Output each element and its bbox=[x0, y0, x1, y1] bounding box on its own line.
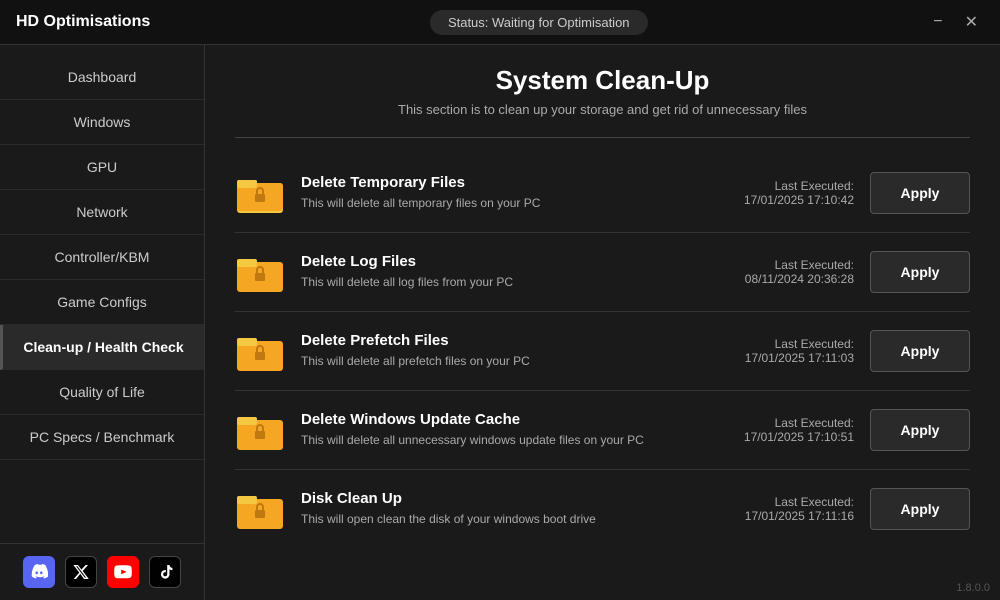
apply-button-delete-log-files[interactable]: Apply bbox=[870, 251, 970, 293]
opt-last-exec-delete-windows-update-cache: Last Executed: 17/01/2025 17:10:51 bbox=[694, 416, 854, 444]
opt-info-delete-windows-update-cache: Delete Windows Update Cache This will de… bbox=[301, 411, 678, 449]
sidebar-item-quality-of-life[interactable]: Quality of Life bbox=[0, 370, 204, 415]
opt-row-disk-clean-up: Disk Clean Up This will open clean the d… bbox=[235, 470, 970, 548]
opt-desc-delete-prefetch-files: This will delete all prefetch files on y… bbox=[301, 353, 678, 370]
main-panel: System Clean-Up This section is to clean… bbox=[205, 45, 1000, 600]
opt-row-delete-log-files: Delete Log Files This will delete all lo… bbox=[235, 233, 970, 312]
opt-row-delete-windows-update-cache: Delete Windows Update Cache This will de… bbox=[235, 391, 970, 470]
opt-title-delete-log-files: Delete Log Files bbox=[301, 253, 678, 270]
sidebar-item-controller-kbm[interactable]: Controller/KBM bbox=[0, 235, 204, 280]
tiktok-icon[interactable] bbox=[149, 556, 181, 588]
apply-button-delete-temp-files[interactable]: Apply bbox=[870, 172, 970, 214]
main-content: System Clean-Up This section is to clean… bbox=[205, 45, 1000, 600]
opt-title-delete-temp-files: Delete Temporary Files bbox=[301, 174, 678, 191]
sidebar-item-cleanup-health[interactable]: Clean-up / Health Check bbox=[0, 325, 204, 370]
folder-icon-disk-clean-up bbox=[235, 484, 285, 534]
discord-icon[interactable] bbox=[23, 556, 55, 588]
window-controls: − ✕ bbox=[927, 10, 984, 34]
main-layout: Dashboard Windows GPU Network Controller… bbox=[0, 45, 1000, 600]
sidebar-item-windows[interactable]: Windows bbox=[0, 100, 204, 145]
opt-title-delete-windows-update-cache: Delete Windows Update Cache bbox=[301, 411, 678, 428]
minimize-button[interactable]: − bbox=[927, 10, 948, 34]
sidebar-item-network[interactable]: Network bbox=[0, 190, 204, 235]
opt-info-delete-log-files: Delete Log Files This will delete all lo… bbox=[301, 253, 678, 291]
opt-row-delete-temp-files: Delete Temporary Files This will delete … bbox=[235, 154, 970, 233]
close-button[interactable]: ✕ bbox=[959, 10, 984, 34]
sidebar: Dashboard Windows GPU Network Controller… bbox=[0, 45, 205, 600]
opt-desc-delete-temp-files: This will delete all temporary files on … bbox=[301, 195, 678, 212]
sidebar-item-pc-specs[interactable]: PC Specs / Benchmark bbox=[0, 415, 204, 460]
apply-button-delete-windows-update-cache[interactable]: Apply bbox=[870, 409, 970, 451]
folder-icon-delete-prefetch-files bbox=[235, 326, 285, 376]
opt-desc-delete-windows-update-cache: This will delete all unnecessary windows… bbox=[301, 432, 678, 449]
status-badge: Status: Waiting for Optimisation bbox=[430, 10, 648, 35]
opt-row-delete-prefetch-files: Delete Prefetch Files This will delete a… bbox=[235, 312, 970, 391]
opt-info-disk-clean-up: Disk Clean Up This will open clean the d… bbox=[301, 490, 678, 528]
youtube-icon[interactable] bbox=[107, 556, 139, 588]
opt-last-exec-delete-temp-files: Last Executed: 17/01/2025 17:10:42 bbox=[694, 179, 854, 207]
folder-icon-delete-temp-files bbox=[235, 168, 285, 218]
opt-last-exec-disk-clean-up: Last Executed: 17/01/2025 17:11:16 bbox=[694, 495, 854, 523]
opt-title-disk-clean-up: Disk Clean Up bbox=[301, 490, 678, 507]
sidebar-item-game-configs[interactable]: Game Configs bbox=[0, 280, 204, 325]
app-title: HD Optimisations bbox=[16, 13, 150, 31]
opt-last-exec-delete-log-files: Last Executed: 08/11/2024 20:36:28 bbox=[694, 258, 854, 286]
page-title: System Clean-Up bbox=[235, 65, 970, 96]
page-subtitle: This section is to clean up your storage… bbox=[235, 102, 970, 117]
apply-button-delete-prefetch-files[interactable]: Apply bbox=[870, 330, 970, 372]
opt-last-exec-delete-prefetch-files: Last Executed: 17/01/2025 17:11:03 bbox=[694, 337, 854, 365]
opt-info-delete-prefetch-files: Delete Prefetch Files This will delete a… bbox=[301, 332, 678, 370]
x-twitter-icon[interactable] bbox=[65, 556, 97, 588]
folder-icon-delete-windows-update-cache bbox=[235, 405, 285, 455]
opt-desc-delete-log-files: This will delete all log files from your… bbox=[301, 274, 678, 291]
section-divider bbox=[235, 137, 970, 138]
apply-button-disk-clean-up[interactable]: Apply bbox=[870, 488, 970, 530]
opt-title-delete-prefetch-files: Delete Prefetch Files bbox=[301, 332, 678, 349]
title-bar: HD Optimisations Status: Waiting for Opt… bbox=[0, 0, 1000, 45]
opt-desc-disk-clean-up: This will open clean the disk of your wi… bbox=[301, 511, 678, 528]
sidebar-item-dashboard[interactable]: Dashboard bbox=[0, 55, 204, 100]
opt-info-delete-temp-files: Delete Temporary Files This will delete … bbox=[301, 174, 678, 212]
sidebar-item-gpu[interactable]: GPU bbox=[0, 145, 204, 190]
social-links bbox=[0, 543, 204, 600]
folder-icon-delete-log-files bbox=[235, 247, 285, 297]
version-label: 1.8.0.0 bbox=[956, 582, 990, 594]
